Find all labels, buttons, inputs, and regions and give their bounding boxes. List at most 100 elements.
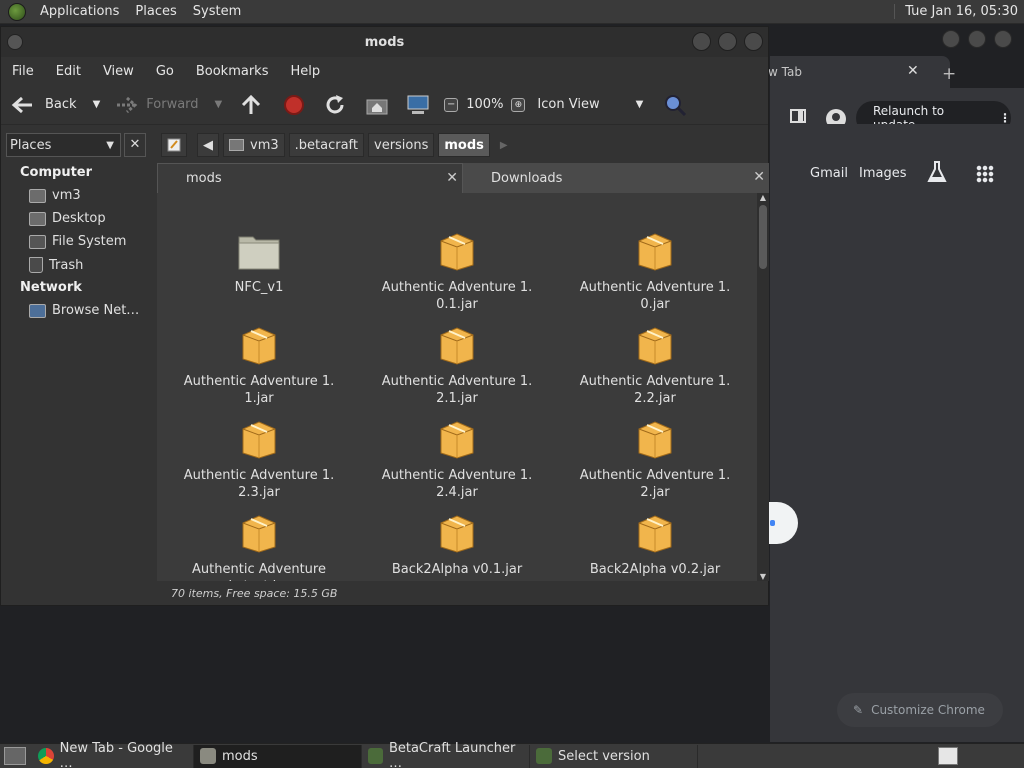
sidebar-item-trash[interactable]: Trash	[29, 257, 83, 273]
tab-close-icon[interactable]: ✕	[446, 170, 458, 186]
file-item[interactable]: Authentic AdventureLatest.jar	[160, 513, 358, 581]
reload-icon[interactable]	[324, 94, 346, 116]
view-mode-label: Icon View	[537, 97, 600, 112]
side-panel-icon[interactable]	[790, 109, 806, 123]
menu-applications[interactable]: Applications	[32, 4, 127, 19]
taskbar-item-select-version[interactable]: Select version	[530, 744, 698, 768]
file-item[interactable]: Back2Alpha v0.2.jar	[556, 513, 754, 578]
workspace-switcher-icon[interactable]	[938, 747, 958, 765]
forward-history-caret-icon[interactable]: ▼	[215, 99, 223, 110]
breadcrumb-mods[interactable]: mods	[438, 133, 490, 157]
scroll-up-icon[interactable]: ▲	[758, 193, 768, 202]
breadcrumb: ◀ vm3 .betacraft versions mods ▶	[161, 133, 508, 157]
maximize-button[interactable]	[968, 30, 986, 48]
forward-arrow-icon	[117, 96, 138, 113]
file-item[interactable]: Authentic Adventure 1. 2.1.jar	[358, 325, 556, 407]
search-icon[interactable]	[663, 94, 687, 116]
customize-chrome-button[interactable]: ✎ Customize Chrome	[837, 693, 1003, 727]
window-menu-icon[interactable]	[7, 34, 23, 50]
breadcrumb-betacraft[interactable]: .betacraft	[288, 133, 364, 157]
breadcrumb-label: vm3	[250, 137, 279, 153]
google-apps-icon[interactable]	[976, 165, 994, 183]
folder-icon	[238, 236, 280, 270]
new-tab-icon[interactable]: +	[942, 64, 956, 84]
menu-edit[interactable]: Edit	[45, 64, 92, 79]
menu-places[interactable]: Places	[127, 4, 184, 19]
file-name-line: 0.1.jar	[436, 297, 478, 312]
taskbar-item-betacraft-launcher[interactable]: BetaCraft Launcher …	[362, 741, 530, 768]
breadcrumb-right-arrow-icon[interactable]: ▶	[500, 140, 508, 151]
taskbar-item-new-tab[interactable]: New Tab - Google …	[32, 741, 194, 768]
back-history-caret-icon[interactable]: ▼	[93, 99, 101, 110]
file-name-line: Authentic Adventure 1.	[579, 468, 731, 483]
sidebar-item-label: Trash	[49, 257, 84, 273]
gmail-link[interactable]: Gmail	[810, 166, 848, 181]
taskbar-item-label: Select version	[558, 748, 650, 764]
tab-downloads[interactable]: Downloads ✕	[463, 163, 769, 193]
sidebar-close-button[interactable]: ✕	[124, 133, 146, 157]
betacraft-icon	[536, 748, 552, 764]
menu-help[interactable]: Help	[279, 64, 331, 79]
back-arrow-icon	[11, 96, 32, 113]
minimize-button[interactable]	[942, 30, 960, 48]
file-manager-titlebar[interactable]: mods	[1, 27, 768, 57]
stop-icon[interactable]	[284, 94, 305, 115]
show-desktop-icon[interactable]	[4, 747, 26, 765]
file-item[interactable]: Authentic Adventure 1. 1.jar	[160, 325, 358, 407]
menu-go[interactable]: Go	[145, 64, 185, 79]
sidebar-item-browse-network[interactable]: Browse Net…	[29, 303, 139, 318]
scroll-down-icon[interactable]: ▼	[758, 572, 768, 581]
clock[interactable]: Tue Jan 16, 05:30	[894, 4, 1024, 19]
forward-button[interactable]: Forward ▼	[114, 95, 222, 115]
home-folder-icon	[229, 139, 244, 151]
sidebar-type-select[interactable]: Places ▼	[6, 133, 121, 157]
menu-system[interactable]: System	[185, 4, 249, 19]
file-name-line: 1.jar	[244, 391, 274, 406]
images-link[interactable]: Images	[859, 166, 907, 181]
breadcrumb-versions[interactable]: versions	[368, 133, 435, 157]
vertical-scrollbar[interactable]: ▲ ▼	[757, 193, 769, 581]
menu-bookmarks[interactable]: Bookmarks	[185, 64, 280, 79]
maximize-button[interactable]	[718, 32, 737, 51]
close-button[interactable]	[994, 30, 1012, 48]
back-button[interactable]: Back ▼	[11, 95, 100, 115]
edit-location-icon[interactable]	[161, 133, 187, 157]
tab-close-icon[interactable]: ✕	[753, 169, 765, 185]
taskbar-item-label: mods	[222, 748, 258, 764]
file-item[interactable]: Authentic Adventure 1. 0.jar	[556, 231, 754, 313]
jar-package-icon	[440, 327, 474, 365]
file-item[interactable]: Authentic Adventure 1. 2.2.jar	[556, 325, 754, 407]
view-mode-select[interactable]: Icon View ▼	[537, 97, 643, 112]
labs-flask-icon[interactable]	[926, 160, 948, 184]
gnome-logo-icon[interactable]	[8, 2, 26, 21]
sidebar-item-vm3[interactable]: vm3	[29, 188, 81, 203]
tab-mods[interactable]: mods ✕	[157, 163, 463, 193]
pencil-icon: ✎	[853, 703, 864, 717]
file-item[interactable]: Authentic Adventure 1. 2.4.jar	[358, 419, 556, 501]
zoom-out-icon[interactable]: −	[444, 97, 459, 112]
file-item[interactable]: Authentic Adventure 1. 0.1.jar	[358, 231, 556, 313]
folder-item[interactable]: NFC_v1	[160, 231, 358, 296]
file-item[interactable]: Authentic Adventure 1. 2.3.jar	[160, 419, 358, 501]
file-item[interactable]: Back2Alpha v0.1.jar	[358, 513, 556, 578]
menu-file[interactable]: File	[1, 64, 45, 79]
file-item[interactable]: Authentic Adventure 1. 2.jar	[556, 419, 754, 501]
sidebar-item-desktop[interactable]: Desktop	[29, 211, 106, 226]
breadcrumb-left-arrow-icon[interactable]: ◀	[197, 133, 219, 157]
minimize-button[interactable]	[692, 32, 711, 51]
up-arrow-icon[interactable]	[240, 94, 262, 116]
chrome-tab-new-tab[interactable]: w Tab ✕	[768, 56, 950, 88]
home-folder-icon[interactable]	[366, 95, 388, 115]
computer-icon[interactable]	[406, 95, 430, 115]
tab-close-icon[interactable]: ✕	[907, 63, 919, 79]
sidebar-item-file-system[interactable]: File System	[29, 234, 126, 249]
google-search-button-icon[interactable]	[768, 502, 798, 544]
sidebar-item-label: Desktop	[52, 211, 106, 226]
scrollbar-thumb[interactable]	[759, 205, 767, 269]
close-button[interactable]	[744, 32, 763, 51]
menu-view[interactable]: View	[92, 64, 145, 79]
taskbar-item-mods[interactable]: mods	[194, 744, 362, 768]
zoom-level[interactable]: 100%	[466, 97, 503, 112]
zoom-in-icon[interactable]: ⊕	[511, 97, 526, 112]
breadcrumb-vm3[interactable]: vm3	[223, 133, 285, 157]
